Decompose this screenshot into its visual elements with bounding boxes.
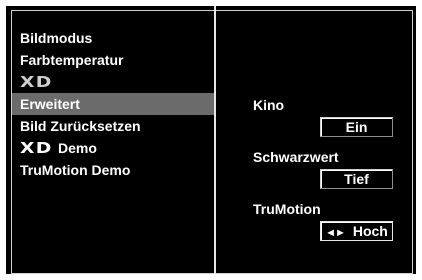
schwarzwert-label: Schwarzwert bbox=[253, 149, 339, 165]
menu-item-farbtemperatur[interactable]: Farbtemperatur bbox=[12, 49, 215, 71]
settings-panel: Kino Ein Schwarzwert Tief TruMotion ◄► H… bbox=[216, 10, 413, 274]
osd-menu: Bildmodus Farbtemperatur XD Erweitert Bi… bbox=[6, 6, 416, 274]
tv-screen: Bildmodus Farbtemperatur XD Erweitert Bi… bbox=[0, 0, 422, 280]
menu-item-xd-demo[interactable]: XD Demo bbox=[12, 137, 215, 159]
menu-item-trumotion-demo[interactable]: TruMotion Demo bbox=[12, 159, 215, 181]
schwarzwert-value-text: Tief bbox=[344, 171, 369, 187]
menu-item-erweitert[interactable]: Erweitert bbox=[12, 93, 215, 115]
menu-item-label: Erweitert bbox=[20, 96, 80, 112]
menu-item-label: Farbtemperatur bbox=[20, 52, 124, 68]
menu-list: Bildmodus Farbtemperatur XD Erweitert Bi… bbox=[12, 27, 215, 181]
menu-panel: Bildmodus Farbtemperatur XD Erweitert Bi… bbox=[11, 10, 216, 274]
menu-item-label: Bild Zurücksetzen bbox=[20, 118, 141, 134]
menu-item-label: TruMotion Demo bbox=[20, 162, 131, 178]
trumotion-label: TruMotion bbox=[253, 201, 321, 217]
menu-item-bildmodus[interactable]: Bildmodus bbox=[12, 27, 215, 49]
kino-value[interactable]: Ein bbox=[320, 117, 393, 137]
menu-item-label: Demo bbox=[58, 140, 97, 156]
schwarzwert-value[interactable]: Tief bbox=[320, 169, 393, 189]
kino-value-text: Ein bbox=[345, 119, 368, 135]
xd-logo-icon: XD bbox=[20, 139, 53, 157]
menu-item-bild-zuruecksetzen[interactable]: Bild Zurücksetzen bbox=[12, 115, 215, 137]
trumotion-value[interactable]: ◄► Hoch bbox=[320, 221, 393, 241]
trumotion-value-text: Hoch bbox=[352, 223, 388, 239]
xd-logo-icon: XD bbox=[20, 73, 53, 91]
kino-label: Kino bbox=[253, 97, 285, 113]
menu-item-label: Bildmodus bbox=[20, 30, 93, 46]
menu-item-xd[interactable]: XD bbox=[12, 71, 215, 93]
left-right-arrows-icon: ◄► bbox=[325, 227, 346, 239]
